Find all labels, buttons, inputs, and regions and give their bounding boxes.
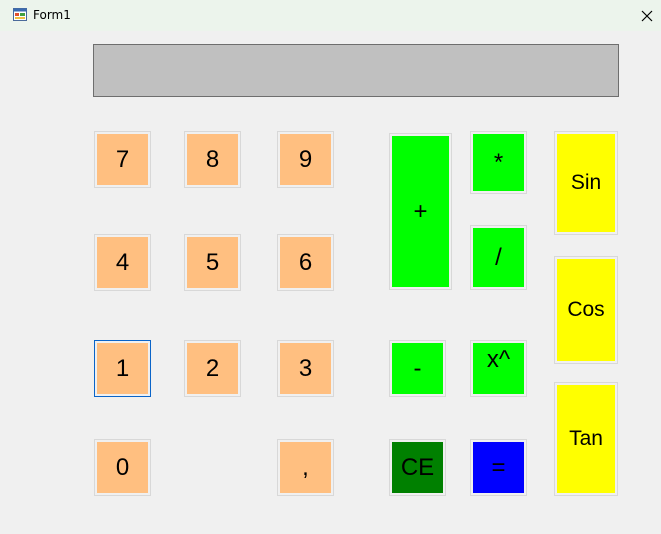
close-icon: [641, 10, 652, 21]
digit-9-button[interactable]: 9: [277, 131, 334, 188]
tan-button[interactable]: Tan: [554, 382, 618, 496]
digit-3-button[interactable]: 3: [277, 340, 334, 397]
window-title: Form1: [33, 8, 71, 22]
digit-5-button[interactable]: 5: [184, 234, 241, 291]
cos-button[interactable]: Cos: [554, 256, 618, 364]
close-button[interactable]: [632, 0, 661, 31]
power-button[interactable]: x^: [470, 340, 527, 397]
divide-button[interactable]: /: [470, 225, 527, 290]
digit-2-button[interactable]: 2: [184, 340, 241, 397]
title-bar: Form1: [0, 0, 661, 31]
digit-7-button[interactable]: 7: [94, 131, 151, 188]
digit-1-button[interactable]: 1: [94, 340, 151, 397]
form-icon: [13, 8, 27, 21]
digit-0-button[interactable]: 0: [94, 439, 151, 496]
digit-6-button[interactable]: 6: [277, 234, 334, 291]
result-display: [93, 44, 619, 97]
digit-8-button[interactable]: 8: [184, 131, 241, 188]
multiply-button[interactable]: *: [470, 131, 527, 194]
clear-entry-button[interactable]: CE: [389, 439, 446, 496]
minus-button[interactable]: -: [389, 340, 446, 397]
comma-button[interactable]: ,: [277, 439, 334, 496]
equals-button[interactable]: =: [470, 439, 527, 496]
plus-button[interactable]: +: [389, 133, 452, 290]
digit-4-button[interactable]: 4: [94, 234, 151, 291]
sin-button[interactable]: Sin: [554, 131, 618, 235]
